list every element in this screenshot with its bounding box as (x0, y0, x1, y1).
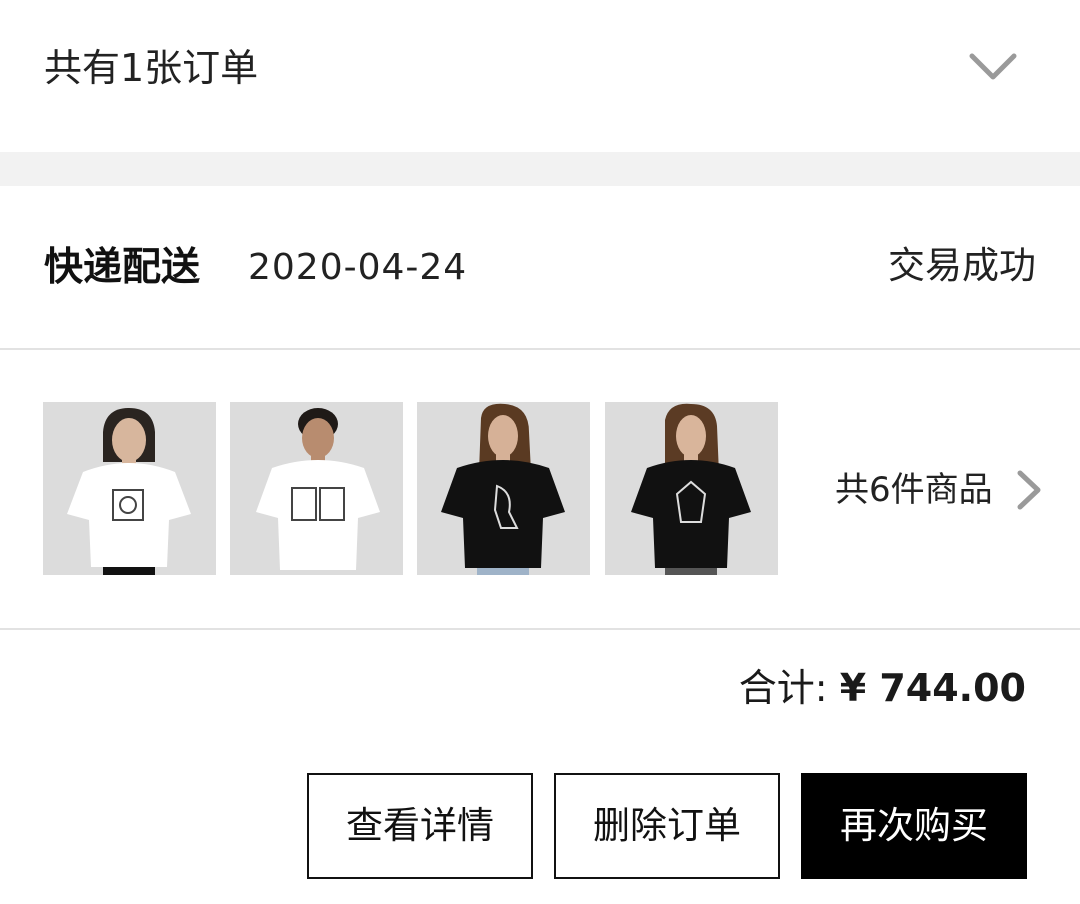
product-count-label[interactable]: 共6件商品 (835, 468, 993, 512)
section-separator (0, 152, 1080, 186)
product-thumbnail[interactable] (417, 402, 590, 575)
view-details-button[interactable]: 查看详情 (307, 773, 533, 879)
chevron-right-icon[interactable] (1014, 469, 1044, 511)
total-amount: ¥ 744.00 (839, 666, 1026, 710)
product-thumbnail[interactable] (43, 402, 216, 575)
order-summary-bar[interactable]: 共有1张订单 (0, 0, 1080, 152)
chevron-down-icon[interactable] (968, 50, 1018, 84)
order-date: 2020-04-24 (248, 247, 468, 288)
product-thumbnail[interactable] (605, 402, 778, 575)
total-label: 合计: (738, 666, 840, 710)
order-header: 快递配送 2020-04-24 交易成功 (0, 186, 1080, 348)
delete-order-button[interactable]: 删除订单 (554, 773, 780, 879)
delivery-type: 快递配送 (44, 245, 201, 290)
order-list-page: 共有1张订单 快递配送 2020-04-24 交易成功 共6件商品 合计: ¥ … (0, 0, 1080, 904)
order-status: 交易成功 (888, 244, 1036, 287)
order-total: 合计: ¥ 744.00 (739, 664, 1026, 712)
product-thumbnail[interactable] (230, 402, 403, 575)
buy-again-button[interactable]: 再次购买 (801, 773, 1027, 879)
order-count-label: 共有1张订单 (44, 46, 259, 90)
divider (0, 628, 1080, 630)
product-list[interactable]: 共6件商品 (0, 350, 1080, 628)
